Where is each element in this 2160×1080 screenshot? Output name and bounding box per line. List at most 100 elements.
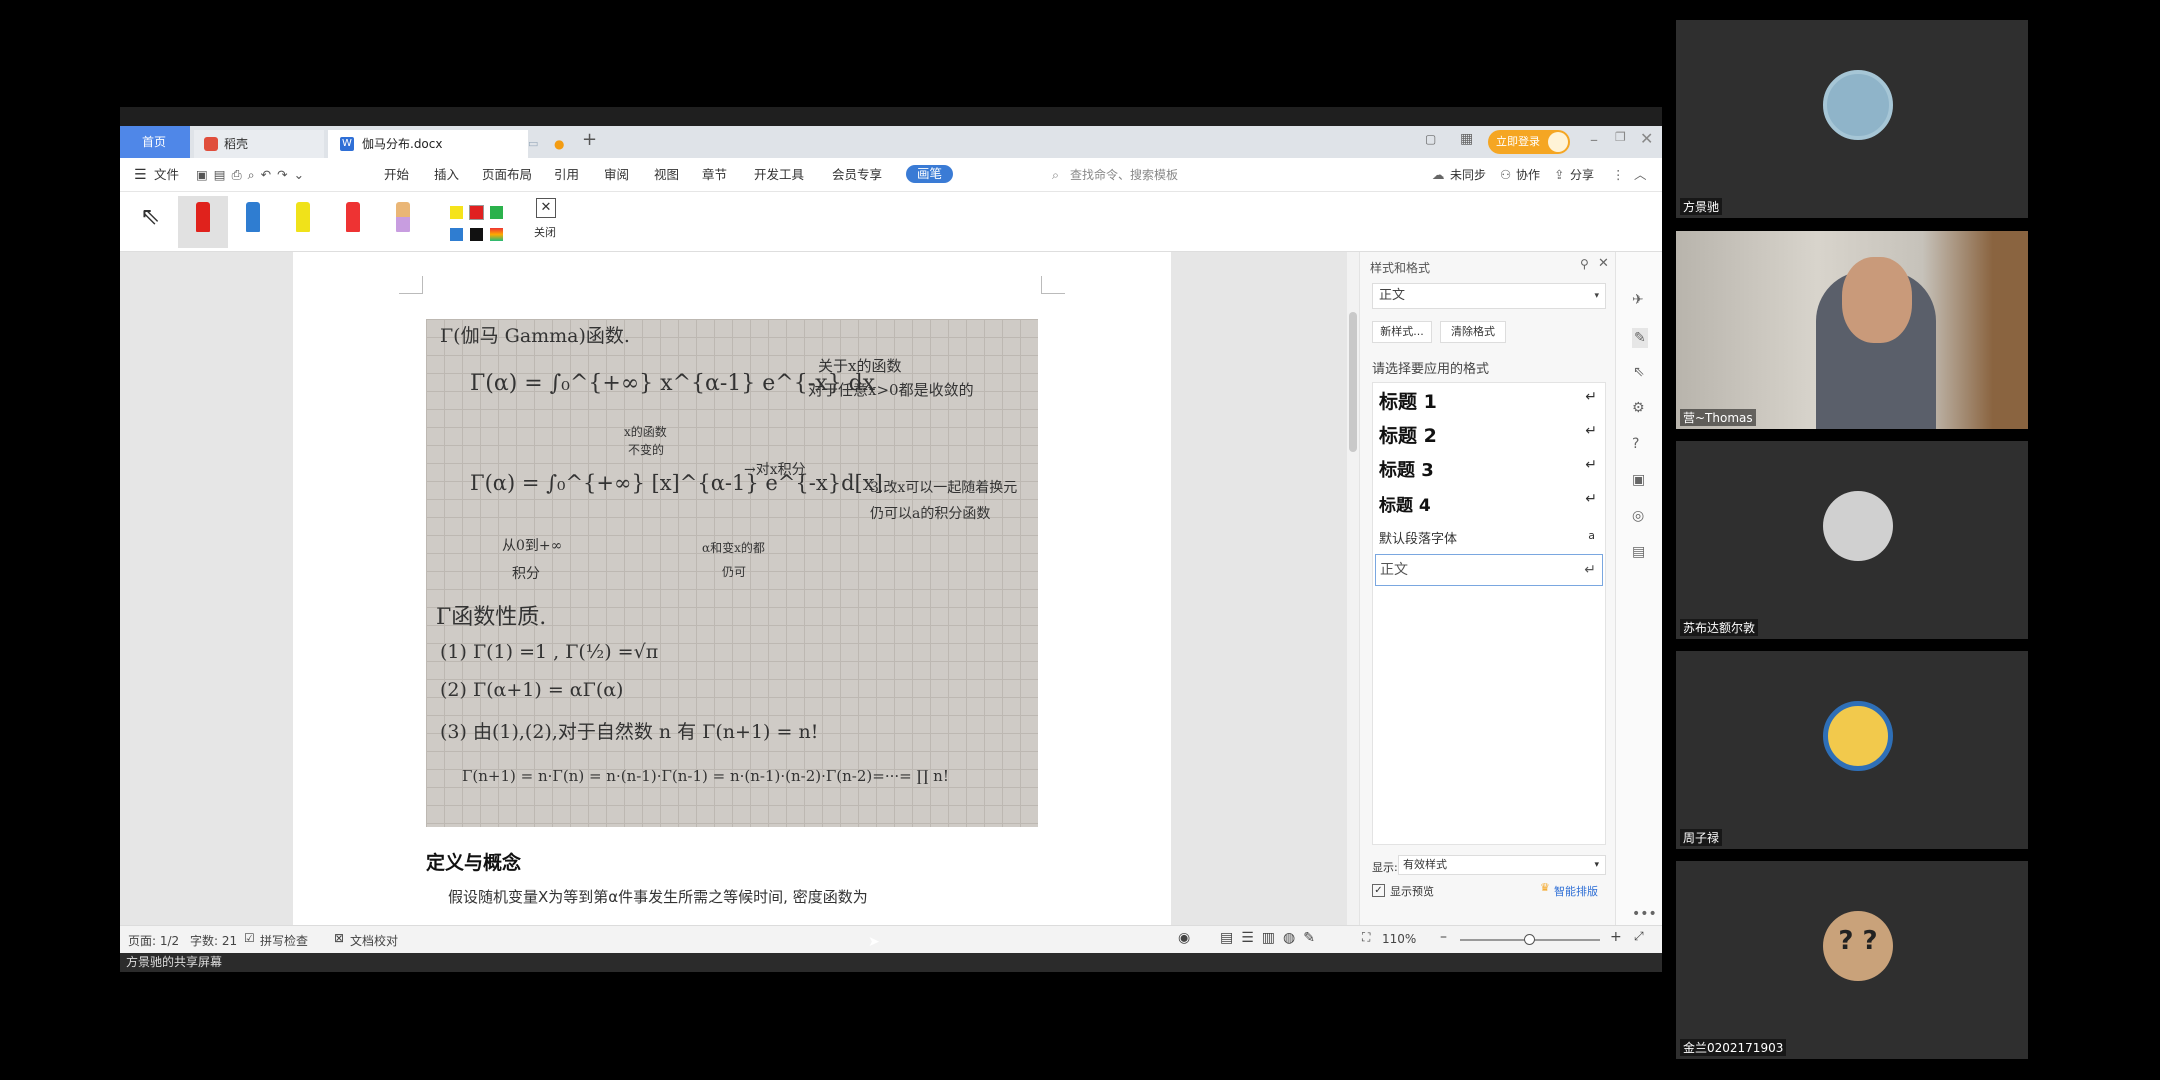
collab-button[interactable]: 协作 [1516,167,1540,183]
menu-view[interactable]: 视图 [654,167,679,183]
swatch-black[interactable] [470,228,483,241]
settings-sliders-icon[interactable]: ⚙ [1632,400,1645,416]
search-icon: ⌕ [1052,167,1060,182]
zoom-out-icon[interactable]: – [1440,929,1447,945]
eye-icon[interactable]: ◉ [1178,930,1190,946]
swatch-red[interactable] [469,205,484,220]
more-icon[interactable]: ⋮ [1612,167,1625,183]
menu-review[interactable]: 审阅 [604,167,629,183]
word-count[interactable]: 字数: 21 [190,932,237,949]
hw-note-4b: 仍可 [722,565,747,579]
image-edit-icon[interactable]: ▣ [1632,472,1645,488]
style-default-font[interactable]: 默认段落字体 [1379,528,1457,547]
style-heading-2[interactable]: 标题 2 [1379,421,1437,448]
proofread-button[interactable]: 文档校对 [350,932,398,949]
restore-icon[interactable]: ❐ [1615,130,1626,144]
participant-tile-3[interactable]: 苏布达额尔敦 [1676,441,2028,639]
shared-screen-top-bar [120,107,1662,126]
participant-tile-2[interactable]: 营~Thomas [1676,231,2028,429]
current-style-dropdown[interactable]: 正文 ▾ [1372,283,1606,309]
new-tab-button[interactable]: + [582,129,597,150]
new-style-button[interactable]: 新样式... [1372,321,1432,343]
style-heading-4[interactable]: 标题 4 [1379,491,1431,516]
layout-icon[interactable]: ▢ [1425,132,1436,146]
font-a-icon: a [1588,529,1595,542]
close-pen-icon[interactable]: ✕ [536,198,556,218]
red-pen-tool[interactable] [196,202,210,232]
participant-tile-4[interactable]: 周子禄 [1676,651,2028,849]
apps-grid-icon[interactable]: ▦ [1460,131,1473,147]
spellcheck-button[interactable]: 拼写检查 [260,932,308,949]
participant-tile-1[interactable]: 方景驰 [1676,20,2028,218]
select-icon[interactable]: ⇖ [1633,364,1645,380]
yellow-highlighter-tool[interactable] [296,202,310,232]
menu-page-layout[interactable]: 页面布局 [482,167,532,183]
quick-tools-icons[interactable]: ▣▤⎙⌕↶↷⌄ [196,167,310,183]
hw-note-1a: 关于x的函数 [818,357,902,375]
tab-home[interactable]: 首页 [120,126,190,158]
show-filter-dropdown[interactable]: 有效样式 ▾ [1398,855,1606,875]
fullscreen-icon[interactable]: ⤢ [1634,929,1644,944]
login-button-label: 立即登录 [1496,135,1540,148]
menu-file[interactable]: 文件 [154,167,179,183]
clear-format-button[interactable]: 清除格式 [1440,321,1506,343]
zoom-level[interactable]: 110% [1382,932,1416,946]
zoom-slider-handle[interactable] [1524,934,1535,945]
blue-pen-tool[interactable] [246,202,260,232]
style-heading-3[interactable]: 标题 3 [1379,456,1434,482]
pin-icon[interactable]: ⚲ [1580,257,1589,271]
style-edit-icon[interactable]: ✎ [1632,328,1648,348]
right-sidebar: ✈ ✎ ⇖ ⚙ ? ▣ ◎ ▤ ••• [1615,252,1662,925]
hamburger-icon[interactable]: ☰ [134,167,147,183]
preview-checkbox[interactable]: ✓ [1372,884,1385,897]
wps-tab-bar: 首页 稻壳 W 伽马分布.docx ▭ ● + ▢ ▦ 立即登录 – ❐ ✕ [120,126,1662,158]
menu-bar: ☰ 文件 ▣▤⎙⌕↶↷⌄ 开始 插入 页面布局 引用 审阅 视图 章节 开发工具… [120,158,1662,192]
styles-panel: 样式和格式 ⚲ ✕ 正文 ▾ 新样式... 清除格式 请选择要应用的格式 标题 … [1359,252,1615,925]
document-scrollbar[interactable] [1347,252,1359,925]
command-search-input[interactable]: 查找命令、搜索模板 [1070,167,1178,183]
fit-page-icon[interactable]: ⛶ [1362,930,1370,945]
swatch-more-colors[interactable] [490,228,503,241]
book-icon[interactable]: ▤ [1632,544,1645,560]
menu-dev-tools[interactable]: 开发工具 [754,167,804,183]
rocket-icon[interactable]: ✈ [1632,292,1644,308]
sync-status[interactable]: 未同步 [1450,167,1486,183]
tab-document[interactable]: W 伽马分布.docx ▭ ● [328,130,564,158]
pointer-tool-icon[interactable]: ⇖ [140,202,160,230]
menu-pen[interactable]: 画笔 [906,165,954,183]
share-button[interactable]: 分享 [1570,167,1594,183]
document-page[interactable]: Γ(伽马 Gamma)函数. Γ(α) = ∫₀^{+∞} x^{α-1} e^… [293,252,1171,925]
red-highlighter-tool[interactable] [346,202,360,232]
help-icon[interactable]: ? [1632,436,1639,452]
participant-tile-5[interactable]: ? ? 金兰0202171903 [1676,861,2028,1059]
hw-note-3b: 积分 [512,566,540,582]
daoke-icon [204,137,218,151]
menu-insert[interactable]: 插入 [434,167,459,183]
close-window-icon[interactable]: ✕ [1640,129,1653,148]
view-modes-icons[interactable]: ▤☰▥◍✎ [1220,930,1323,946]
menu-member[interactable]: 会员专享 [832,167,882,183]
swatch-blue[interactable] [450,228,463,241]
close-pen-label[interactable]: 关闭 [534,224,556,240]
minimize-icon[interactable]: – [1590,130,1598,149]
style-body-selected[interactable]: 正文 ↵ [1375,554,1603,586]
margin-mark-left [399,276,423,294]
more-dots-icon[interactable]: ••• [1632,906,1657,922]
login-button[interactable]: 立即登录 [1488,130,1570,154]
smart-layout-link[interactable]: 智能排版 [1554,883,1598,899]
hw-property-1: (1) Γ(1) =1 , Γ(½) =√π [440,641,659,663]
location-icon[interactable]: ◎ [1632,508,1644,524]
menu-chapter[interactable]: 章节 [702,167,727,183]
page-count[interactable]: 页面: 1/2 [128,932,179,949]
panel-close-icon[interactable]: ✕ [1598,256,1609,271]
swatch-yellow[interactable] [450,206,463,219]
tab-daoke[interactable]: 稻壳 [194,130,324,158]
eraser-tool[interactable] [396,202,410,232]
collapse-ribbon-icon[interactable]: ︿ [1634,167,1647,183]
swatch-green[interactable] [490,206,503,219]
scrollbar-thumb[interactable] [1349,312,1357,452]
menu-reference[interactable]: 引用 [554,167,579,183]
menu-start[interactable]: 开始 [384,167,409,183]
zoom-in-icon[interactable]: + [1610,929,1622,945]
style-heading-1[interactable]: 标题 1 [1379,387,1437,414]
